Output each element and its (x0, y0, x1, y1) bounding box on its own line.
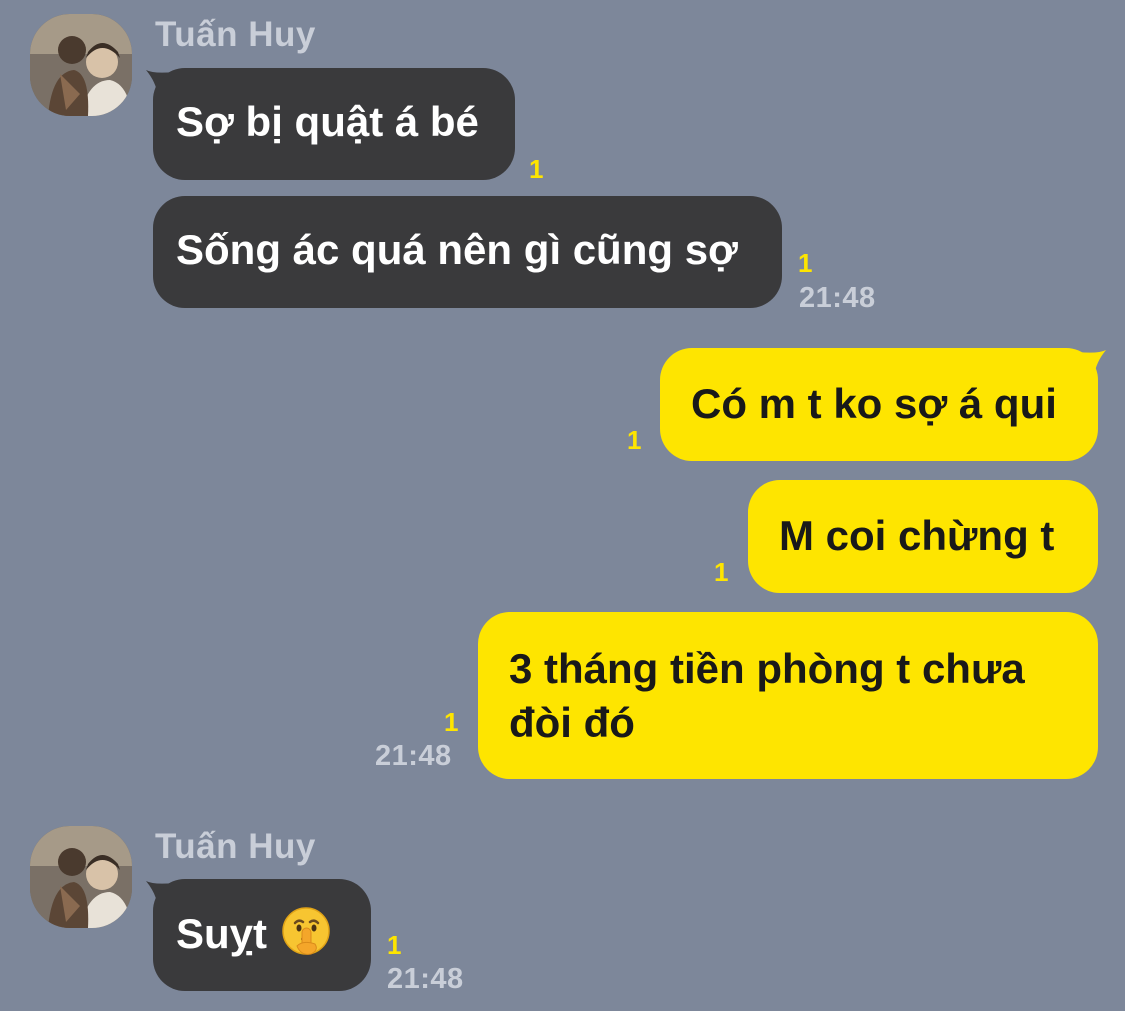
unread-count: 1 (714, 557, 729, 587)
unread-count: 1 (444, 707, 459, 737)
message-text: Sợ bị quật á bé (176, 98, 479, 145)
message-text: Sống ác quá nên gì cũng sợ (176, 226, 738, 273)
avatar-photo (30, 14, 132, 116)
sender-name: Tuấn Huy (155, 15, 316, 54)
unread-count: 1 (627, 425, 642, 455)
outgoing-message-bubble[interactable]: Có m t ko sợ á qui (660, 348, 1098, 461)
sender-name: Tuấn Huy (155, 827, 316, 866)
message-text: Có m t ko sợ á qui (691, 380, 1057, 427)
message-timestamp: 21:48 (375, 740, 452, 772)
incoming-message-bubble[interactable]: Sợ bị quật á bé (153, 68, 515, 180)
incoming-message-bubble[interactable]: Sống ác quá nên gì cũng sợ (153, 196, 782, 308)
message-text: M coi chừng t (779, 512, 1055, 559)
message-timestamp: 21:48 (799, 282, 876, 314)
incoming-message-bubble[interactable]: Suỵt (153, 879, 371, 991)
unread-count: 1 (798, 248, 813, 278)
message-timestamp: 21:48 (387, 963, 464, 995)
avatar-photo (30, 826, 132, 928)
unread-count: 1 (529, 154, 544, 184)
message-text-line: 3 tháng tiền phòng t chưa (509, 645, 1025, 692)
message-text: Suỵt (176, 910, 268, 957)
message-text-line: đòi đó (509, 699, 635, 746)
outgoing-message-bubble[interactable]: 3 tháng tiền phòng t chưa đòi đó (478, 612, 1098, 779)
sender-avatar[interactable] (30, 826, 132, 928)
sender-avatar[interactable] (30, 14, 132, 116)
shushing-face-emoji (281, 906, 331, 956)
outgoing-message-bubble[interactable]: M coi chừng t (748, 480, 1098, 593)
unread-count: 1 (387, 930, 402, 960)
